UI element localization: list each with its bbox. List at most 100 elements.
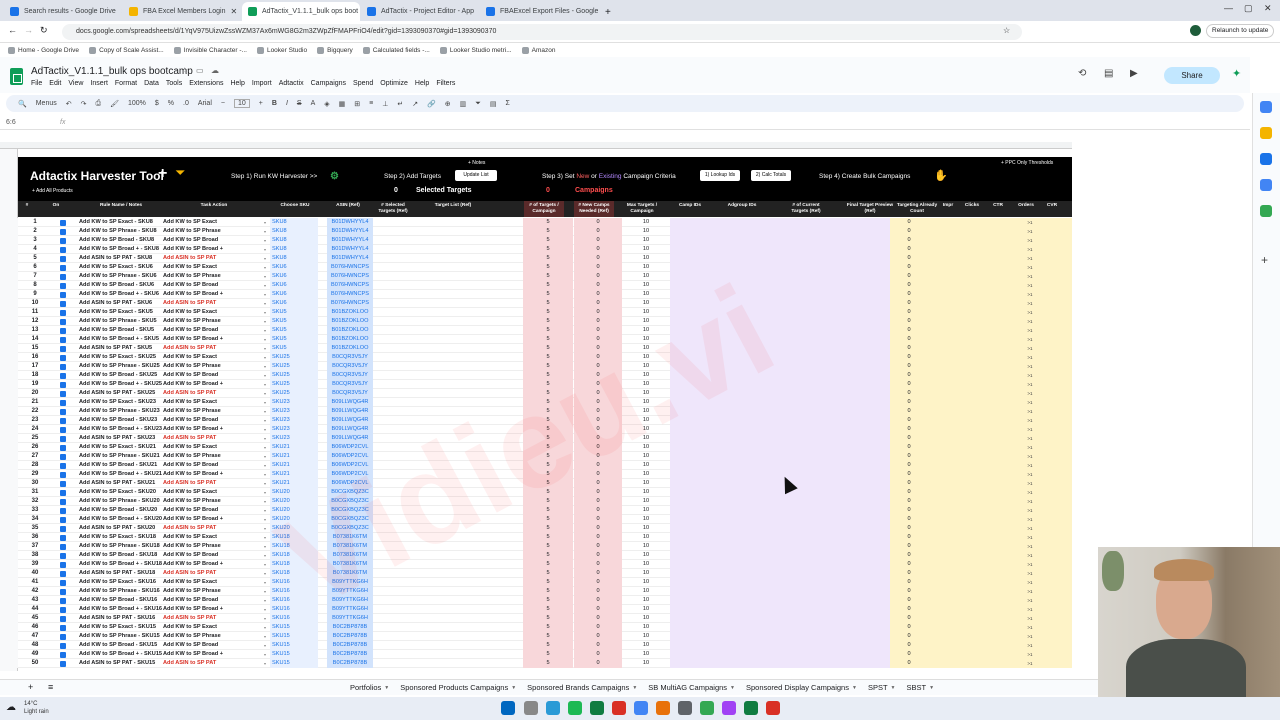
- task-action[interactable]: Add ASIN to SP PAT: [163, 614, 263, 623]
- column-header[interactable]: # of Current Targets (Ref): [784, 201, 828, 217]
- rule-name[interactable]: Add KW to SP Broad + - SKU18: [79, 560, 163, 569]
- table-row[interactable]: 17 Add KW to SP Phrase - SKU25 Add KW to S…: [0, 362, 1072, 371]
- sku-select[interactable]: SKU6: [270, 290, 318, 299]
- enabled-checkbox[interactable]: [60, 515, 67, 524]
- column-header[interactable]: Adgroup IDs: [718, 201, 766, 217]
- sku-select[interactable]: SKU16: [270, 587, 318, 596]
- menu-item[interactable]: Spend: [353, 80, 373, 87]
- column-header[interactable]: Targeting Already Count: [896, 201, 938, 217]
- task-action[interactable]: Add KW to SP Exact: [163, 533, 263, 542]
- table-row[interactable]: 16 Add KW to SP Exact - SKU25 Add KW to SP…: [0, 353, 1072, 362]
- table-row[interactable]: 31 Add KW to SP Exact - SKU20 Add KW to SP…: [0, 488, 1072, 497]
- row-number[interactable]: [0, 218, 18, 227]
- sku-select[interactable]: SKU25: [270, 353, 318, 362]
- rule-name[interactable]: Add KW to SP Broad - SKU20: [79, 506, 163, 515]
- targets-per-campaign[interactable]: 5: [523, 614, 573, 623]
- max-targets[interactable]: 10: [622, 407, 670, 416]
- table-row[interactable]: 21 Add KW to SP Exact - SKU23 Add KW to SP…: [0, 398, 1072, 407]
- column-header[interactable]: Rule Name / Notes: [76, 201, 166, 217]
- max-targets[interactable]: 10: [622, 488, 670, 497]
- rule-name[interactable]: Add KW to SP Broad - SKU5: [79, 326, 163, 335]
- orders-threshold[interactable]: >1: [1010, 461, 1050, 470]
- targets-per-campaign[interactable]: 5: [523, 542, 573, 551]
- column-header[interactable]: Orders: [1014, 201, 1038, 217]
- sku-select[interactable]: SKU21: [270, 479, 318, 488]
- contacts-icon[interactable]: [1260, 179, 1272, 191]
- table-row[interactable]: 2 Add KW to SP Phrase - SKU8 Add KW to SP …: [0, 227, 1072, 236]
- enabled-checkbox[interactable]: [60, 389, 67, 398]
- enabled-checkbox[interactable]: [60, 542, 67, 551]
- profile-avatar[interactable]: [1190, 25, 1201, 36]
- browser-tab[interactable]: AdTactix_V1.1.1_bulk ops boot✕: [242, 2, 360, 21]
- row-number[interactable]: [0, 236, 18, 245]
- align-icon[interactable]: ≡: [369, 100, 373, 107]
- row-number[interactable]: [0, 497, 18, 506]
- task-action[interactable]: Add KW to SP Exact: [163, 488, 263, 497]
- table-row[interactable]: 5 Add ASIN to SP PAT - SKU8 Add ASIN to SP…: [0, 254, 1072, 263]
- row-number[interactable]: [0, 578, 18, 587]
- rotate-icon[interactable]: ↗: [412, 100, 418, 108]
- targets-per-campaign[interactable]: 5: [523, 461, 573, 470]
- zoom-select[interactable]: 100%: [128, 100, 146, 107]
- row-number[interactable]: [0, 326, 18, 335]
- max-targets[interactable]: 10: [622, 308, 670, 317]
- row-number[interactable]: [0, 587, 18, 596]
- keep-icon[interactable]: [1260, 127, 1272, 139]
- row-number[interactable]: [0, 344, 18, 353]
- task-action[interactable]: Add KW to SP Broad: [163, 461, 263, 470]
- task-action[interactable]: Add KW to SP Phrase: [163, 542, 263, 551]
- add-sheet-icon[interactable]: +: [28, 682, 33, 692]
- sku-select[interactable]: SKU25: [270, 389, 318, 398]
- targets-per-campaign[interactable]: 5: [523, 398, 573, 407]
- row-number[interactable]: [0, 533, 18, 542]
- enabled-checkbox[interactable]: [60, 236, 67, 245]
- task-action[interactable]: Add KW to SP Phrase: [163, 632, 263, 641]
- app-icon-6[interactable]: [766, 701, 780, 715]
- table-row[interactable]: 38 Add KW to SP Broad - SKU18 Add KW to SP…: [0, 551, 1072, 560]
- column-header[interactable]: # Selected Targets (Ref): [374, 201, 412, 217]
- row-number[interactable]: [0, 389, 18, 398]
- sku-select[interactable]: SKU20: [270, 497, 318, 506]
- enabled-checkbox[interactable]: [60, 227, 67, 236]
- task-action[interactable]: Add KW to SP Broad +: [163, 650, 263, 659]
- bookmark-item[interactable]: Copy of Scale Assist...: [89, 46, 164, 54]
- enabled-checkbox[interactable]: [60, 596, 67, 605]
- rule-name[interactable]: Add KW to SP Broad - SKU21: [79, 461, 163, 470]
- max-targets[interactable]: 10: [622, 245, 670, 254]
- row-number[interactable]: [0, 659, 18, 668]
- table-row[interactable]: 26 Add KW to SP Exact - SKU21 Add KW to SP…: [0, 443, 1072, 452]
- strikethrough-icon[interactable]: S: [297, 100, 302, 107]
- comments-icon[interactable]: ▤: [1104, 68, 1113, 79]
- targets-per-campaign[interactable]: 5: [523, 515, 573, 524]
- column-headers[interactable]: [0, 142, 1072, 149]
- sku-select[interactable]: SKU25: [270, 371, 318, 380]
- sku-select[interactable]: SKU18: [270, 569, 318, 578]
- enabled-checkbox[interactable]: [60, 614, 67, 623]
- enabled-checkbox[interactable]: [60, 254, 67, 263]
- rule-name[interactable]: Add KW to SP Exact - SKU25: [79, 353, 163, 362]
- rule-name[interactable]: Add KW to SP Phrase - SKU15: [79, 632, 163, 641]
- orders-threshold[interactable]: >1: [1010, 335, 1050, 344]
- targets-per-campaign[interactable]: 5: [523, 407, 573, 416]
- max-targets[interactable]: 10: [622, 326, 670, 335]
- sku-select[interactable]: SKU16: [270, 614, 318, 623]
- rule-name[interactable]: Add ASIN to SP PAT - SKU16: [79, 614, 163, 623]
- menu-item[interactable]: Help: [230, 80, 244, 87]
- rule-name[interactable]: Add KW to SP Broad + - SKU20: [79, 515, 163, 524]
- row-number[interactable]: [0, 560, 18, 569]
- targets-per-campaign[interactable]: 5: [523, 308, 573, 317]
- create-campaigns-icon[interactable]: ✋: [934, 169, 948, 182]
- orders-threshold[interactable]: >1: [1010, 497, 1050, 506]
- column-header[interactable]: # New Camps Needed (Ref): [574, 201, 614, 217]
- enabled-checkbox[interactable]: [60, 560, 67, 569]
- targets-per-campaign[interactable]: 5: [523, 227, 573, 236]
- column-header[interactable]: ASIN (Ref): [324, 201, 372, 217]
- enabled-checkbox[interactable]: [60, 497, 67, 506]
- task-action[interactable]: Add KW to SP Phrase: [163, 587, 263, 596]
- max-targets[interactable]: 10: [622, 227, 670, 236]
- rule-name[interactable]: Add ASIN to SP PAT - SKU5: [79, 344, 163, 353]
- sheet-tab[interactable]: SBST ▼: [906, 683, 934, 692]
- row-number[interactable]: [0, 551, 18, 560]
- orders-threshold[interactable]: >1: [1010, 245, 1050, 254]
- rule-name[interactable]: Add ASIN to SP PAT - SKU25: [79, 389, 163, 398]
